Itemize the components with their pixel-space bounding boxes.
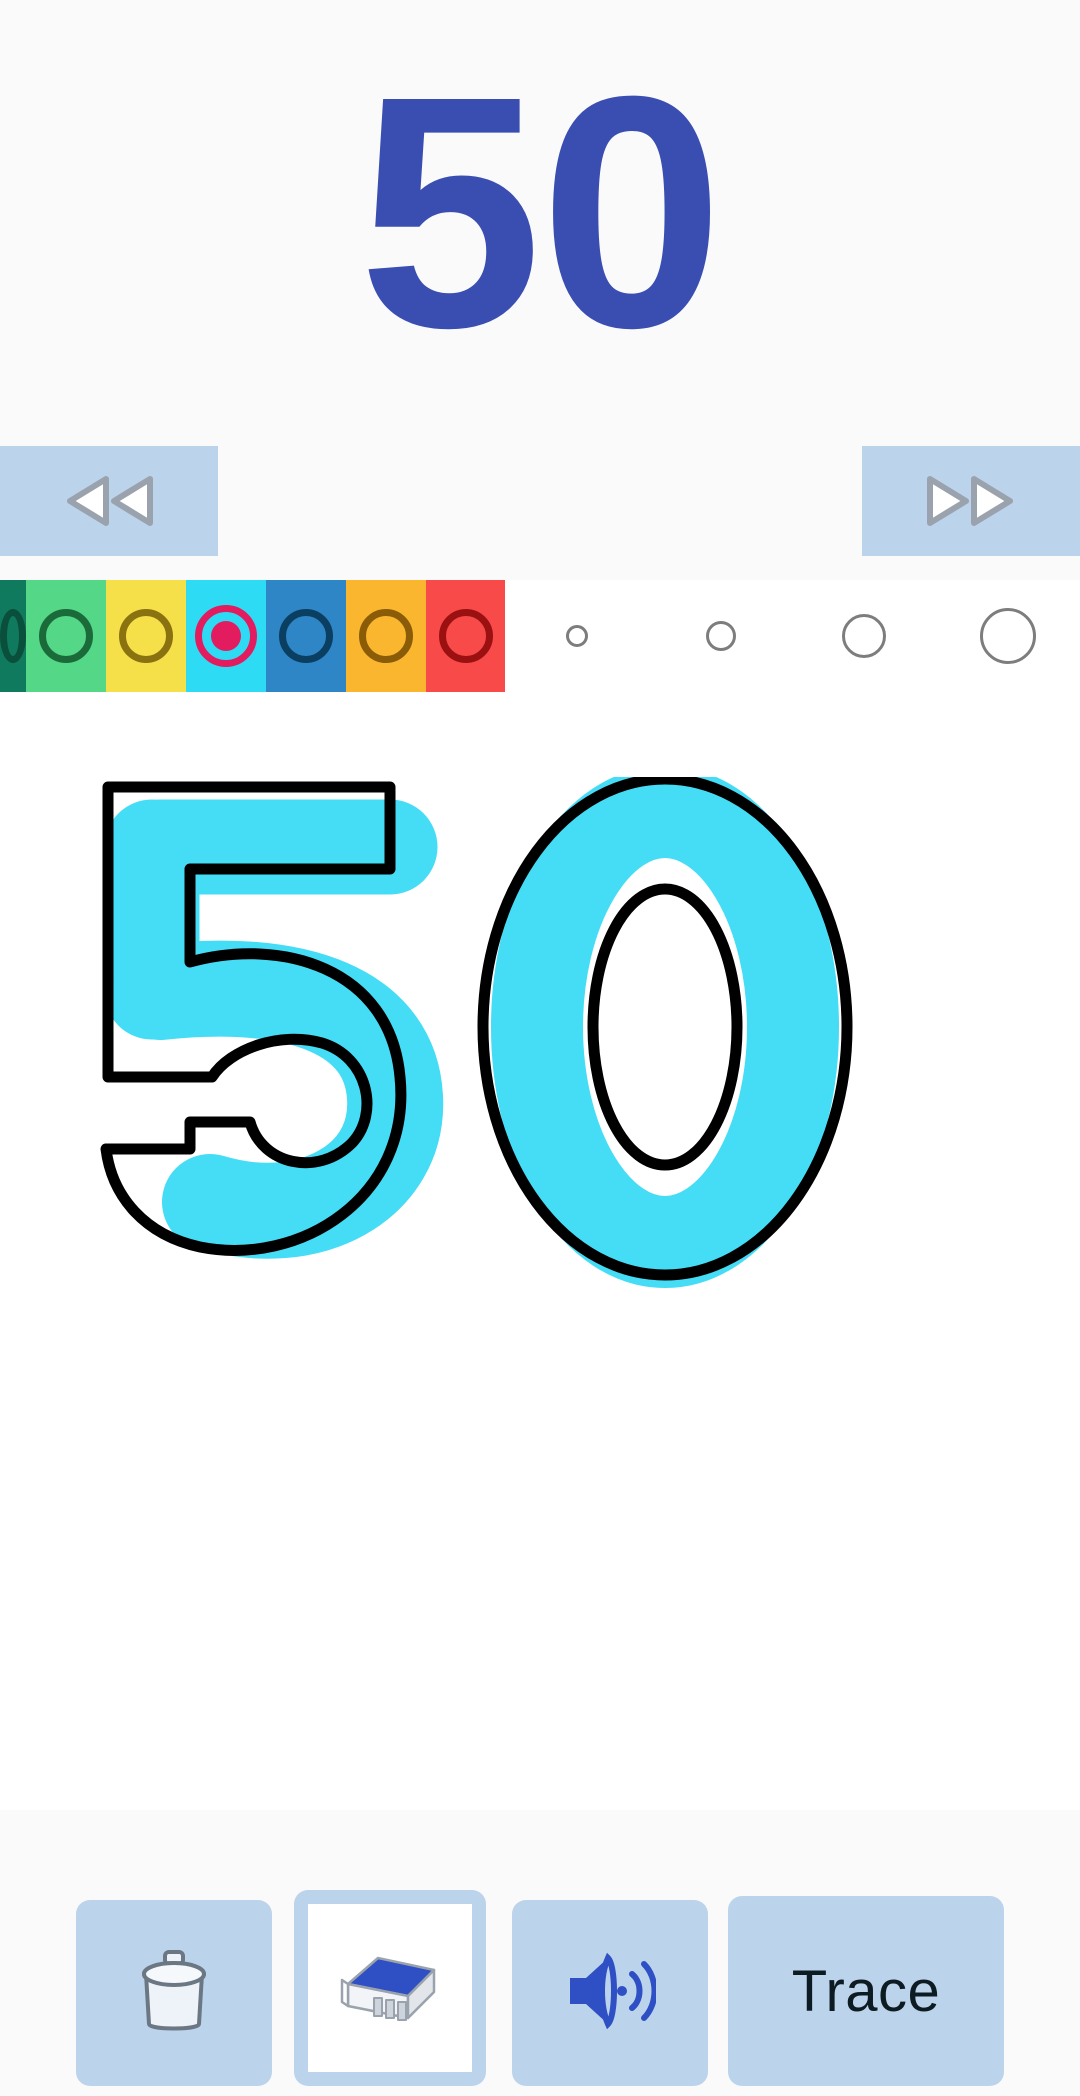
eraser-icon-surface	[308, 1904, 472, 2072]
color-swatch-blue[interactable]	[266, 580, 346, 692]
sound-button[interactable]	[512, 1900, 708, 2086]
color-swatch-selected-dot	[211, 621, 241, 651]
speaker-icon	[564, 1950, 658, 2037]
color-swatch-ring	[359, 609, 413, 663]
color-swatch-ring	[0, 609, 26, 663]
color-swatch-green[interactable]	[26, 580, 106, 692]
trace-button-label: Trace	[791, 1958, 941, 2024]
tracing-app-screen: 50 Trace	[0, 0, 1080, 2096]
brush-size-circle	[705, 621, 736, 651]
trash-icon	[138, 1948, 210, 2039]
eraser-button[interactable]	[294, 1890, 486, 2086]
color-swatch-track	[0, 580, 506, 692]
color-swatch-orange[interactable]	[346, 580, 426, 692]
color-swatch-ring	[279, 609, 333, 663]
user-strokes	[104, 777, 839, 1288]
navigation-bar	[0, 446, 1080, 556]
page-title-number: 50	[358, 27, 723, 396]
trace-button[interactable]: Trace	[728, 1896, 1004, 2086]
brush-size-circle	[565, 625, 588, 647]
brush-size-large[interactable]	[936, 608, 1080, 664]
brush-size-extra-small[interactable]	[505, 625, 649, 647]
header-area: 50	[0, 0, 1080, 446]
color-swatch-cyan[interactable]	[186, 580, 266, 692]
brush-size-selector[interactable]	[505, 580, 1080, 692]
fast-forward-icon	[916, 471, 1026, 531]
brush-size-circle	[842, 614, 887, 658]
bottom-toolbar: Trace	[0, 1810, 1080, 2096]
color-swatch-yellow[interactable]	[106, 580, 186, 692]
brush-size-circle	[980, 608, 1037, 664]
color-swatch-ring	[119, 609, 173, 663]
eraser-icon	[332, 1938, 448, 2039]
rewind-icon	[54, 471, 164, 531]
brush-size-medium[interactable]	[793, 614, 937, 658]
color-swatch-red[interactable]	[426, 580, 506, 692]
previous-button[interactable]	[0, 446, 218, 556]
tracing-canvas[interactable]	[0, 692, 1080, 1810]
traced-number-artwork	[100, 777, 853, 1288]
color-swatch-ring	[439, 609, 493, 663]
clear-button[interactable]	[76, 1900, 272, 2086]
color-swatch-teal[interactable]	[0, 580, 26, 692]
color-swatch-ring	[195, 605, 257, 667]
brush-size-small[interactable]	[649, 621, 793, 651]
color-swatch-ring	[39, 609, 93, 663]
next-button[interactable]	[862, 446, 1080, 556]
